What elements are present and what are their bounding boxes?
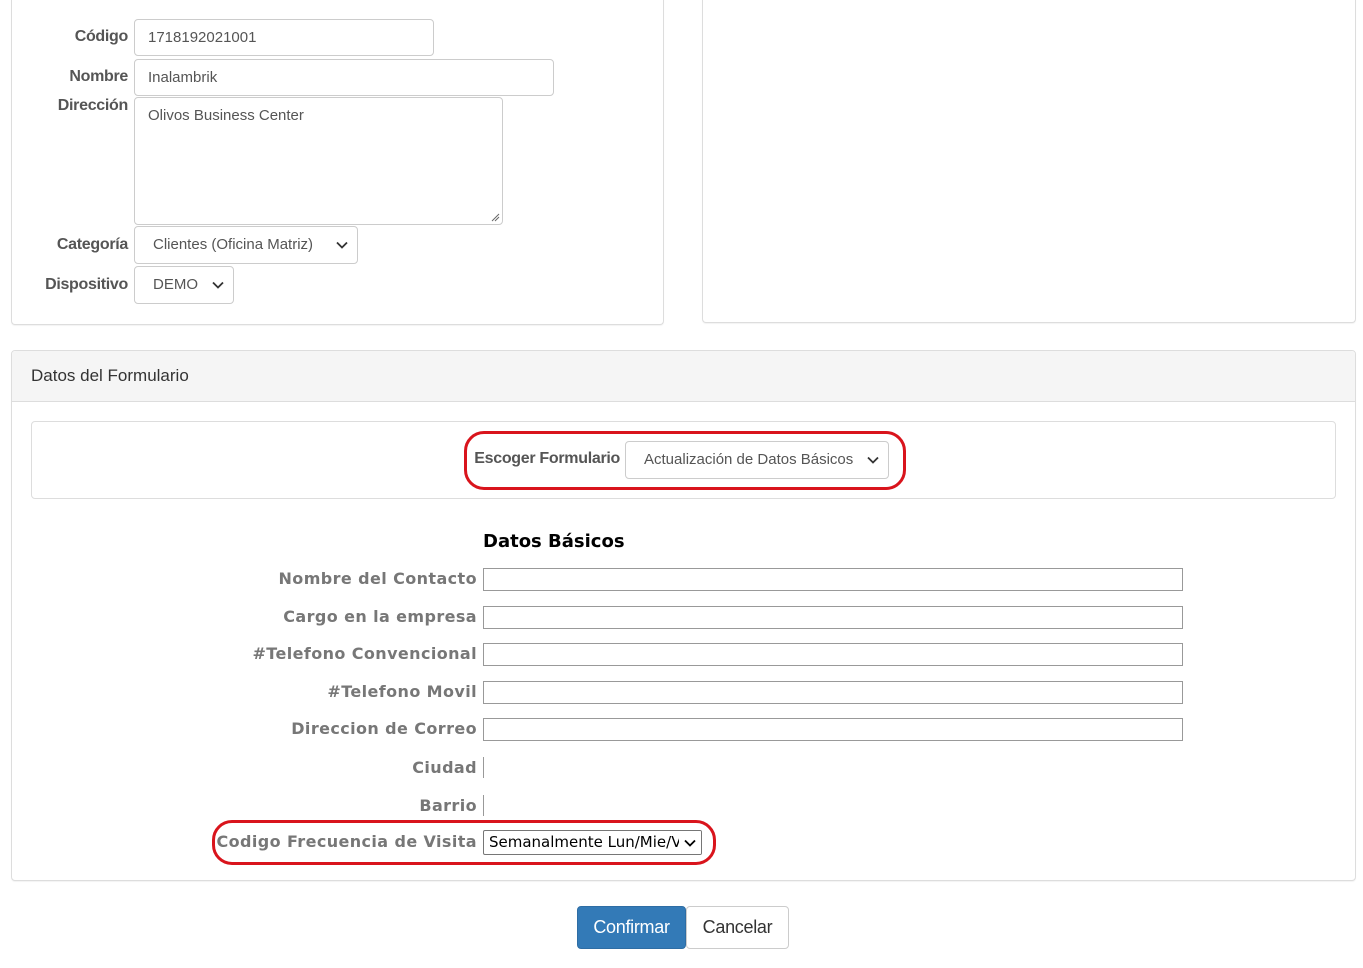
chevron-down-icon — [212, 281, 224, 289]
confirm-button[interactable]: Confirmar — [577, 906, 686, 949]
escoger-formulario-value: Actualización de Datos Básicos — [644, 451, 854, 468]
frecuencia-visita-select[interactable]: Semanalmente Lun/Mie/Vie — [483, 830, 702, 855]
ciudad-field[interactable] — [483, 757, 484, 778]
categoria-label: Categoría — [56, 236, 128, 253]
barrio-field[interactable] — [483, 795, 484, 816]
frecuencia-visita-value: Semanalmente Lun/Mie/Vie — [489, 833, 695, 851]
categoria-value: Clientes (Oficina Matriz) — [153, 236, 314, 253]
nombre-contacto-label: Nombre del Contacto — [278, 569, 477, 588]
frecuencia-visita-label: Codigo Frecuencia de Visita — [216, 832, 477, 851]
direccion-correo-input[interactable] — [483, 718, 1183, 741]
categoria-select[interactable]: Clientes (Oficina Matriz) — [134, 226, 358, 264]
secondary-panel — [702, 0, 1356, 323]
nombre-input[interactable]: Inalambrik — [134, 59, 554, 96]
direccion-textarea[interactable]: Olivos Business Center — [134, 97, 503, 225]
cancel-button[interactable]: Cancelar — [686, 906, 789, 949]
chevron-down-icon — [336, 241, 348, 249]
ciudad-label: Ciudad — [412, 758, 477, 777]
telefono-convencional-label: #Telefono Convencional — [252, 644, 477, 663]
codigo-label: Código — [74, 28, 129, 45]
escoger-formulario-select[interactable]: Actualización de Datos Básicos — [625, 441, 889, 479]
resize-handle-icon[interactable] — [490, 212, 500, 222]
telefono-movil-label: #Telefono Movil — [327, 682, 477, 701]
codigo-input[interactable]: 1718192021001 — [134, 19, 434, 56]
datos-basicos-title: Datos Básicos — [483, 531, 625, 552]
escoger-formulario-label: Escoger Formulario — [474, 450, 620, 467]
barrio-label: Barrio — [419, 796, 477, 815]
cargo-empresa-input[interactable] — [483, 606, 1183, 629]
chevron-down-icon — [684, 839, 696, 847]
dispositivo-label: Dispositivo — [45, 276, 128, 293]
direccion-correo-label: Direccion de Correo — [291, 719, 477, 738]
nombre-label: Nombre — [69, 68, 128, 85]
direccion-label: Dirección — [57, 97, 129, 114]
cargo-empresa-label: Cargo en la empresa — [283, 607, 477, 626]
nombre-contacto-input[interactable] — [483, 568, 1183, 591]
chevron-down-icon — [867, 456, 879, 464]
form-panel-heading: Datos del Formulario — [12, 351, 1355, 402]
telefono-convencional-input[interactable] — [483, 643, 1183, 666]
form-panel-title: Datos del Formulario — [31, 366, 189, 385]
direccion-value: Olivos Business Center — [148, 107, 304, 124]
dispositivo-value: DEMO — [153, 276, 198, 293]
telefono-movil-input[interactable] — [483, 681, 1183, 704]
dispositivo-select[interactable]: DEMO — [134, 266, 234, 304]
